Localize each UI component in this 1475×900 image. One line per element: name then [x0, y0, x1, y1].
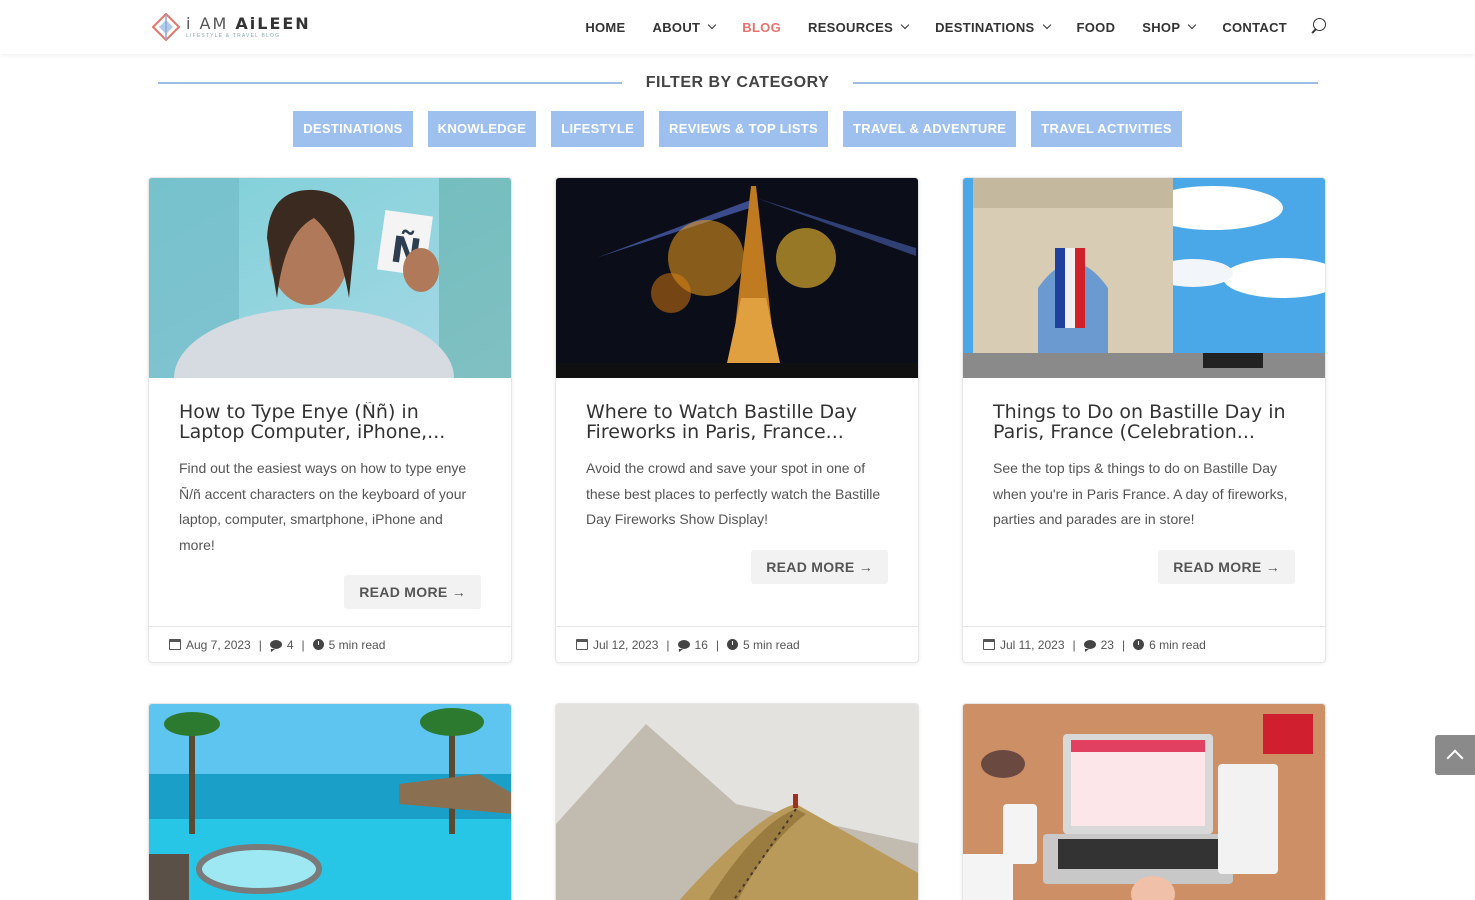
post-card	[555, 703, 919, 900]
category-reviews-top-lists[interactable]: REVIEWS & TOP LISTS	[659, 111, 829, 147]
calendar-icon	[983, 639, 995, 650]
post-image[interactable]	[963, 704, 1325, 900]
post-excerpt: Avoid the crowd and save your spot in on…	[586, 460, 881, 528]
chevron-down-icon	[708, 20, 717, 30]
nav-food[interactable]: FOOD	[1077, 20, 1116, 35]
post-image[interactable]	[149, 704, 511, 900]
post-card: Ñ How to Type Enye (Ññ) in Laptop Comput…	[148, 177, 512, 663]
post-card: Things to Do on Bastille Day in Paris, F…	[962, 177, 1326, 663]
comment-count[interactable]: 4	[287, 638, 294, 652]
chevron-down-icon	[1188, 20, 1197, 30]
read-time: 5 min read	[328, 637, 386, 652]
post-card	[962, 703, 1326, 900]
logo-tagline: LIFESTYLE & TRAVEL BLOG	[186, 32, 281, 39]
post-card	[148, 703, 512, 900]
post-image[interactable]	[556, 704, 918, 900]
category-filters: DESTINATIONS KNOWLEDGE LIFESTYLE REVIEWS…	[0, 111, 1475, 147]
logo-diamond-icon	[151, 12, 181, 42]
nav-about[interactable]: ABOUT	[653, 20, 717, 35]
scroll-to-top-button[interactable]	[1435, 735, 1475, 775]
site-logo[interactable]: i AM AiLEEN LIFESTYLE & TRAVEL BLOG	[151, 11, 311, 43]
clock-icon	[1133, 639, 1145, 650]
post-image[interactable]: Ñ	[149, 178, 511, 378]
site-header: i AM AiLEEN LIFESTYLE & TRAVEL BLOG HOME…	[0, 0, 1475, 54]
calendar-icon	[576, 639, 588, 650]
post-image[interactable]	[963, 178, 1325, 378]
post-date: Jul 12, 2023	[593, 637, 659, 652]
post-date: Jul 11, 2023	[1000, 637, 1065, 652]
post-excerpt: Find out the easiest ways on how to type…	[179, 460, 467, 553]
nav-shop[interactable]: SHOP	[1142, 20, 1197, 35]
calendar-icon	[169, 639, 181, 650]
logo-name: i AM AiLEEN	[186, 13, 311, 33]
post-excerpt: See the top tips & things to do on Basti…	[993, 460, 1288, 528]
comment-count[interactable]: 23	[1101, 638, 1114, 652]
nav-home[interactable]: HOME	[585, 20, 625, 35]
nav-resources[interactable]: RESOURCES	[808, 20, 910, 35]
read-more-button[interactable]: READ MORE →	[751, 549, 888, 584]
comment-count[interactable]: 16	[695, 638, 708, 652]
nav-blog[interactable]: BLOG	[742, 20, 781, 35]
search-icon[interactable]	[1309, 18, 1327, 36]
post-card: Where to Watch Bastille Day Fireworks in…	[555, 177, 919, 663]
post-title[interactable]: How to Type Enye (Ññ) in Laptop Computer…	[179, 402, 481, 446]
category-travel-activities[interactable]: TRAVEL ACTIVITIES	[1031, 111, 1182, 147]
clock-icon	[727, 639, 738, 650]
category-knowledge[interactable]: KNOWLEDGE	[427, 111, 537, 147]
comment-icon	[677, 640, 690, 652]
category-destinations[interactable]: DESTINATIONS	[293, 111, 413, 147]
post-meta: Jul 11, 2023 | 23 | 6 min read	[963, 626, 1325, 662]
divider-line	[853, 82, 1318, 84]
post-title[interactable]: Where to Watch Bastille Day Fireworks in…	[586, 402, 888, 446]
comment-icon	[1083, 640, 1096, 652]
comment-icon	[269, 640, 282, 652]
post-meta: Jul 12, 2023 | 16 | 5 min read	[556, 626, 918, 662]
post-date: Aug 7, 2023	[186, 637, 251, 652]
chevron-down-icon	[900, 20, 910, 30]
nav-contact[interactable]: CONTACT	[1222, 20, 1287, 35]
logo-text: i AM AiLEEN LIFESTYLE & TRAVEL BLOG	[186, 13, 311, 39]
chevron-down-icon	[1042, 20, 1051, 30]
nav-destinations[interactable]: DESTINATIONS	[935, 20, 1051, 35]
read-more-button[interactable]: READ MORE →	[344, 575, 481, 610]
post-title[interactable]: Things to Do on Bastille Day in Paris, F…	[993, 402, 1295, 446]
clock-icon	[312, 639, 324, 650]
read-time: 5 min read	[743, 637, 800, 652]
category-lifestyle[interactable]: LIFESTYLE	[551, 111, 645, 147]
category-travel-adventure[interactable]: TRAVEL & ADVENTURE	[843, 111, 1017, 147]
post-meta: Aug 7, 2023 | 4 | 5 min read	[149, 626, 511, 662]
read-more-button[interactable]: READ MORE →	[1158, 549, 1295, 584]
post-image[interactable]	[556, 178, 918, 378]
read-time: 6 min read	[1149, 637, 1206, 652]
main-nav: HOME ABOUT BLOG RESOURCES DESTINATIONS F…	[558, 0, 1327, 54]
